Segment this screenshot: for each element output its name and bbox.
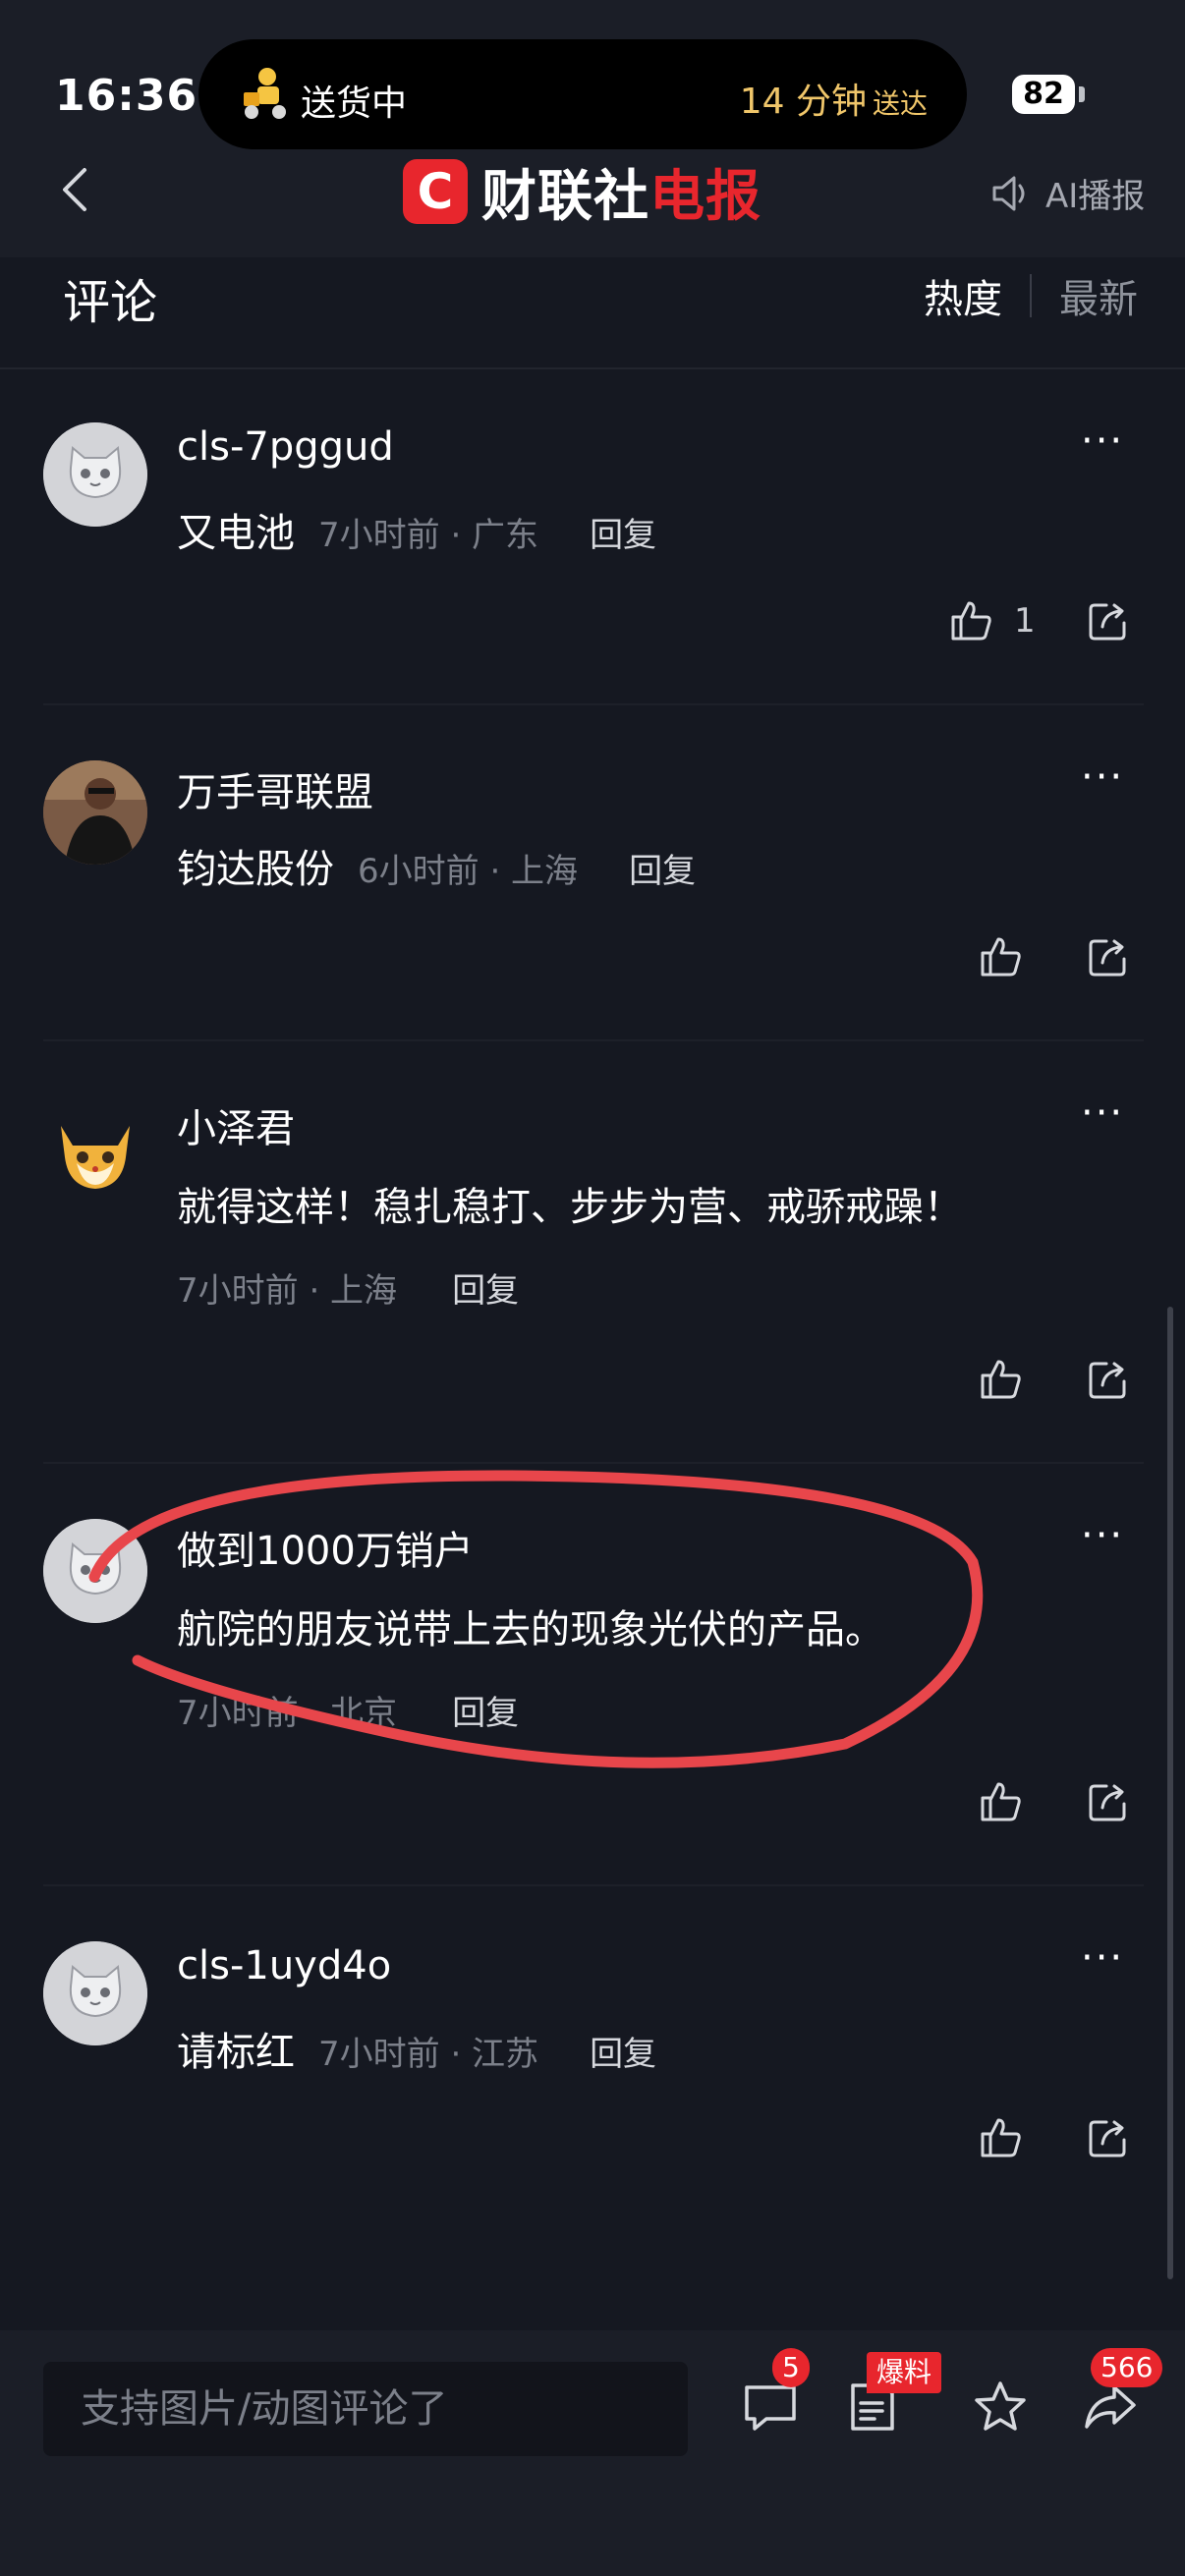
comment-username[interactable]: 做到1000万销户 xyxy=(177,1519,474,1576)
battery-indicator: 82 xyxy=(1012,75,1075,114)
comment-content: 钧达股份 6小时前 · 上海 回复 xyxy=(177,837,696,894)
logo-mark: C xyxy=(403,159,468,224)
bottom-toolbar: 5 爆料 566 xyxy=(0,2330,1185,2576)
default-cat-avatar-icon xyxy=(43,1519,147,1623)
comment-meta-row: 7小时前 · 北京 回复 xyxy=(177,1686,519,1734)
logo-text-accent: 电报 xyxy=(649,164,762,229)
reply-button[interactable]: 回复 xyxy=(590,2035,656,2074)
logo-text-main: 财联社 xyxy=(481,164,649,229)
thumbs-up-icon[interactable] xyxy=(977,2114,1024,2161)
thumbs-up-icon[interactable] xyxy=(977,933,1024,980)
thumbs-up-icon[interactable] xyxy=(977,1356,1024,1403)
more-options-icon[interactable]: ··· xyxy=(1081,755,1124,800)
comment-input[interactable] xyxy=(43,2362,688,2456)
status-time: 16:36 xyxy=(55,71,198,121)
share-icon[interactable] xyxy=(1085,2114,1132,2161)
share-icon[interactable] xyxy=(1085,1778,1132,1825)
cartoon-fox-avatar xyxy=(61,1126,130,1189)
comment-divider xyxy=(43,703,1144,705)
share-count-badge: 566 xyxy=(1091,2348,1163,2387)
delivery-status: 送货中 xyxy=(301,84,408,124)
comment-meta: 7小时前 · 江苏 xyxy=(318,2035,539,2074)
default-cat-avatar-icon xyxy=(43,422,147,527)
header-divider xyxy=(0,367,1185,369)
avatar[interactable] xyxy=(43,1519,147,1623)
more-options-icon[interactable]: ··· xyxy=(1081,419,1124,464)
comment-text: 又电池 xyxy=(177,511,295,556)
comment-count-badge: 5 xyxy=(772,2348,810,2387)
delivery-eta-time: 14 分钟 xyxy=(739,82,867,122)
battery-tip xyxy=(1079,86,1085,102)
thumbs-up-icon[interactable] xyxy=(947,597,994,644)
avatar[interactable] xyxy=(43,1941,147,2045)
more-options-icon[interactable]: ··· xyxy=(1081,1091,1124,1136)
comment-text: 就得这样！稳扎稳打、步步为营、戒骄戒躁！ xyxy=(177,1185,963,1230)
reply-button[interactable]: 回复 xyxy=(452,1694,519,1733)
thumbs-up-icon[interactable] xyxy=(977,1778,1024,1825)
share-icon[interactable] xyxy=(1085,597,1132,644)
app-logo: C 财联社电报 xyxy=(403,159,762,229)
comment-meta: 7小时前 · 广东 xyxy=(318,516,539,555)
comment-divider xyxy=(43,1462,1144,1464)
comment-meta: 6小时前 · 上海 xyxy=(358,852,579,891)
user-photo-avatar xyxy=(43,760,147,865)
reply-button[interactable]: 回复 xyxy=(452,1271,519,1311)
reply-button[interactable]: 回复 xyxy=(590,516,656,555)
scrollbar[interactable] xyxy=(1167,1307,1173,2279)
reply-button[interactable]: 回复 xyxy=(629,852,696,891)
top-bar: 16:36 送货中 14 分钟 送达 82 C 财联社电报 AI播报 xyxy=(0,0,1185,257)
sort-hot-tab[interactable]: 热度 xyxy=(924,267,1002,324)
comment-username[interactable]: 小泽君 xyxy=(177,1096,295,1153)
avatar[interactable] xyxy=(43,760,147,865)
avatar[interactable] xyxy=(43,422,147,527)
sort-tabs: 热度 最新 xyxy=(924,267,1138,324)
comment-text: 航院的朋友说带上去的现象光伏的产品。 xyxy=(177,1607,884,1652)
comment-text: 请标红 xyxy=(177,2030,295,2075)
comment-meta: 7小时前 · 上海 xyxy=(177,1271,398,1311)
logo-text: 财联社电报 xyxy=(481,152,762,232)
comment-username[interactable]: cls-1uyd4o xyxy=(177,1943,391,1988)
share-icon[interactable] xyxy=(1085,1356,1132,1403)
share-icon[interactable] xyxy=(1085,933,1132,980)
delivery-rider-icon xyxy=(244,68,286,119)
back-arrow-icon[interactable] xyxy=(55,162,94,217)
favorite-star-icon[interactable] xyxy=(971,2378,1030,2436)
comment-divider xyxy=(43,1039,1144,1041)
comments-title: 评论 xyxy=(63,275,158,330)
comment-meta: 7小时前 · 北京 xyxy=(177,1694,398,1733)
comment-text: 钧达股份 xyxy=(177,847,334,892)
sort-separator xyxy=(1030,274,1032,317)
tip-flag-badge: 爆料 xyxy=(867,2352,942,2393)
ai-broadcast-label: AI播报 xyxy=(1045,177,1146,216)
comment-meta-row: 7小时前 · 上海 回复 xyxy=(177,1263,519,1312)
dynamic-island-delivery[interactable]: 送货中 14 分钟 送达 xyxy=(198,39,967,149)
comment-username[interactable]: 万手哥联盟 xyxy=(177,760,373,817)
sort-new-tab[interactable]: 最新 xyxy=(1059,267,1138,324)
more-options-icon[interactable]: ··· xyxy=(1081,1935,1124,1981)
comment-username[interactable]: cls-7pggud xyxy=(177,424,394,470)
comment-content: 请标红 7小时前 · 江苏 回复 xyxy=(177,2020,656,2077)
ai-broadcast-button[interactable]: AI播报 xyxy=(990,169,1145,217)
delivery-eta-suffix: 送达 xyxy=(872,87,928,120)
comment-content: 又电池 7小时前 · 广东 回复 xyxy=(177,501,656,558)
like-count: 1 xyxy=(1014,601,1036,641)
more-options-icon[interactable]: ··· xyxy=(1081,1513,1124,1558)
avatar[interactable] xyxy=(43,1096,147,1201)
delivery-eta: 14 分钟 送达 xyxy=(740,73,928,124)
speaker-icon xyxy=(992,176,1025,210)
default-cat-avatar-icon xyxy=(43,1941,147,2045)
comment-divider xyxy=(43,1884,1144,1886)
